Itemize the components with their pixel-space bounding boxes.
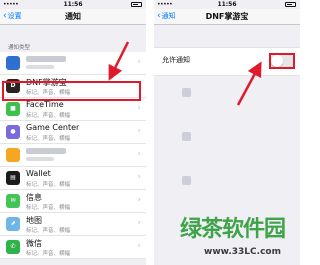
app-icon: [6, 56, 20, 70]
list-item[interactable]: ▤ Wallet 标记、声音、横幅 ›: [0, 167, 146, 190]
page-title: DNF掌游宝: [205, 12, 249, 21]
page-title: 通知: [65, 12, 81, 21]
list-item[interactable]: ■ FaceTime 标记、声音、横幅 ›: [0, 98, 146, 121]
app-notification-style: 标记、声音、横幅: [26, 182, 71, 188]
app-name: Game Center: [26, 123, 80, 132]
nav-bar: ‹通知 DNF掌游宝: [154, 9, 300, 25]
app-name: 微信: [26, 239, 42, 248]
watermark-url: www.33LC.com: [204, 247, 281, 257]
app-name: Wallet: [26, 169, 51, 178]
list-item[interactable]: ⬈ 地图标记、声音、横幅 ›: [0, 213, 146, 236]
app-icon: ▤: [6, 171, 20, 185]
status-bar: ••••• 11:56: [0, 0, 146, 9]
blurred-app-subtitle: [26, 157, 54, 161]
app-notification-style: 标记、声音、横幅: [26, 251, 71, 257]
chevron-right-icon: ›: [137, 57, 141, 67]
allow-notifications-row: 允许通知: [154, 47, 300, 76]
allow-notifications-toggle[interactable]: [270, 54, 294, 68]
watermark-brand: 绿茶软件园: [180, 217, 286, 242]
allow-notifications-label: 允许通知: [162, 56, 190, 64]
app-notification-style: 标记、声音、横幅: [26, 136, 71, 142]
battery-icon: [285, 2, 296, 7]
annotation-highlight-box: [2, 81, 141, 101]
app-icon: ●: [6, 125, 20, 139]
list-item[interactable]: ✆ 微信标记、声音、横幅 ›: [0, 236, 146, 259]
app-icon: ⬈: [6, 217, 20, 231]
status-time: 11:56: [217, 1, 237, 8]
chevron-right-icon: ›: [137, 172, 141, 182]
app-icon: ✉: [6, 194, 20, 208]
chevron-right-icon: ›: [137, 218, 141, 228]
app-name: 地图: [26, 216, 42, 225]
chevron-right-icon: ›: [137, 126, 141, 136]
watermark-logo: [182, 176, 193, 185]
list-item[interactable]: ✉ 信息标记、声音、横幅 ›: [0, 190, 146, 213]
list-item[interactable]: ›: [0, 144, 146, 167]
list-item[interactable]: ›: [0, 52, 146, 75]
app-notification-style: 标记、声音、横幅: [26, 228, 71, 234]
watermark-logo: [182, 88, 193, 97]
chevron-right-icon: ›: [137, 195, 141, 205]
chevron-right-icon: ›: [137, 103, 141, 113]
status-time: 11:56: [63, 1, 83, 8]
chevron-right-icon: ›: [137, 149, 141, 159]
section-header: 通知类型: [8, 45, 31, 51]
app-icon: ■: [6, 102, 20, 116]
app-icon: ✆: [6, 240, 20, 254]
app-notification-style: 标记、声音、横幅: [26, 205, 71, 211]
app-name: FaceTime: [26, 100, 64, 109]
toggle-knob: [271, 55, 283, 67]
watermark-logo: [182, 132, 193, 141]
blurred-app-name: [26, 56, 66, 62]
battery-icon: [131, 2, 142, 7]
nav-bar: ‹设置 通知: [0, 9, 146, 25]
notifications-screen: ••••• 11:56 ‹设置 通知 通知类型 › D DNF掌游宝 标记、声音、横幅…: [0, 0, 146, 265]
status-bar: ••••• 11:56: [154, 0, 300, 9]
app-icon: [6, 148, 20, 162]
chevron-right-icon: ›: [137, 241, 141, 251]
blurred-app-subtitle: [26, 65, 54, 69]
app-notification-style: 标记、声音、横幅: [26, 113, 71, 119]
app-name: 信息: [26, 193, 42, 202]
list-item[interactable]: ● Game Center 标记、声音、横幅 ›: [0, 121, 146, 144]
blurred-app-name: [26, 148, 66, 154]
